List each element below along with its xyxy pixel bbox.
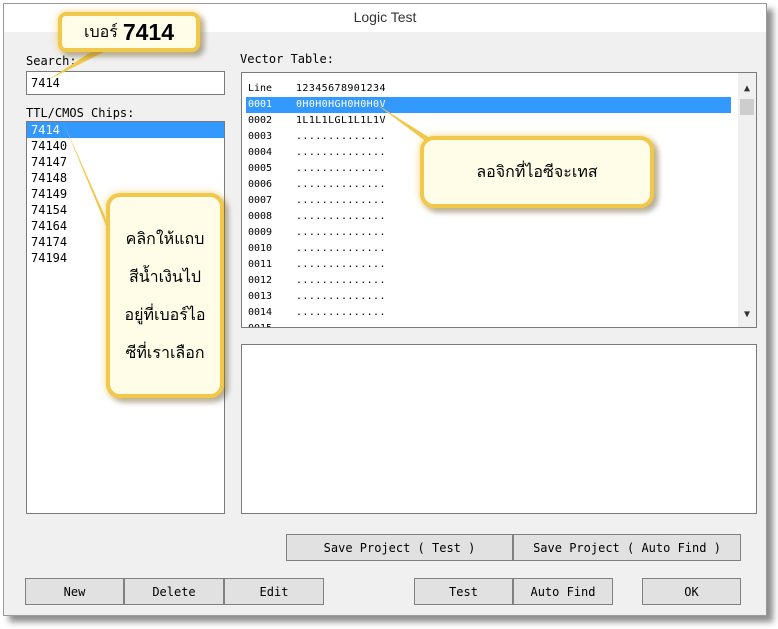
vector-pin-values: .............. (296, 211, 386, 222)
vector-pin-values: .............. (296, 291, 386, 302)
delete-button[interactable]: Delete (124, 578, 224, 605)
chip-list-item[interactable]: 7414 (27, 122, 224, 138)
vector-line-number: 0003 (248, 131, 273, 142)
logic-hint-callout: ลอจิกที่ไอซีจะเทส (420, 136, 654, 208)
vector-line-number: 0009 (248, 227, 273, 238)
vector-line-number: 0015 (248, 321, 272, 327)
select-hint-callout: คลิกให้แถบ สีน้ำเงินไป อยู่ที่เบอร์ไอ ซี… (106, 193, 224, 398)
vector-pin-values: .............. (296, 179, 386, 190)
vector-line-number: 0002 (248, 115, 273, 126)
scroll-up-icon[interactable]: ▲ (738, 83, 756, 94)
vector-pin-values: .............. (296, 275, 386, 286)
vector-pin-values: .............. (296, 147, 386, 158)
vector-pin-values: 1L1L1LGL1L1L1V (296, 115, 386, 126)
chips-label: TTL/CMOS Chips: (26, 106, 135, 120)
vector-pin-values: .............. (296, 163, 386, 174)
edit-button[interactable]: Edit (224, 578, 324, 605)
test-button[interactable]: Test (414, 578, 513, 605)
vector-line-number: 0013 (248, 291, 273, 302)
chip-number-prefix: เบอร์ (84, 21, 118, 41)
vector-line-number: 0007 (248, 195, 273, 206)
vector-pin-values: .............. (296, 195, 386, 206)
vector-pin-values: .............. (296, 259, 386, 270)
vector-line-number: 0014 (248, 307, 273, 318)
chip-number-callout: เบอร์ 7414 (58, 12, 200, 52)
vector-line-number: 0004 (248, 147, 273, 158)
test-output-box (241, 344, 757, 514)
vector-line-number: 0010 (248, 243, 273, 254)
header-line: Line (248, 83, 273, 94)
vector-line-number: 0001 (248, 99, 273, 110)
chip-list-item[interactable]: 74147 (27, 154, 224, 170)
header-pins: 12345678901234 (296, 83, 386, 94)
search-input[interactable] (26, 71, 225, 95)
vector-line-number: 0006 (248, 179, 273, 190)
vector-pin-values: .............. (296, 321, 386, 327)
select-hint-text: คลิกให้แถบ สีน้ำเงินไป อยู่ที่เบอร์ไอ ซี… (124, 228, 206, 362)
scrollbar-thumb[interactable] (740, 99, 754, 115)
vector-pin-values: 0H0H0HGH0H0H0V (296, 99, 386, 110)
chip-list-item[interactable]: 74148 (27, 170, 224, 186)
vector-line-number: 0012 (248, 275, 273, 286)
save-project-auto-find-button[interactable]: Save Project ( Auto Find ) (513, 534, 741, 561)
new-button[interactable]: New (25, 578, 124, 605)
vector-pin-values: .............. (296, 227, 386, 238)
chip-number: 7414 (122, 18, 174, 45)
search-label: Search: (26, 54, 77, 68)
vector-pin-values: .............. (296, 131, 386, 142)
vector-line-number: 0005 (248, 163, 273, 174)
vector-line-number: 0011 (248, 259, 273, 270)
scroll-down-icon[interactable]: ▼ (738, 309, 756, 320)
vector-table-row[interactable]: 0001 0H0H0HGH0H0H0V (246, 97, 731, 113)
vector-table-label: Vector Table: (240, 52, 334, 66)
chip-list-item[interactable]: 74140 (27, 138, 224, 154)
logic-hint-text: ลอจิกที่ไอซีจะเทส (476, 161, 598, 181)
vector-table-header: Line 12345678901234 (246, 81, 731, 97)
save-project-test-button[interactable]: Save Project ( Test ) (286, 534, 513, 561)
ok-button[interactable]: OK (642, 578, 741, 605)
vector-line-number: 0008 (248, 211, 273, 222)
vector-pin-values: .............. (296, 243, 386, 254)
auto-find-button[interactable]: Auto Find (513, 578, 613, 605)
vector-table-scrollbar[interactable]: ▲ ▼ (738, 73, 756, 327)
vector-pin-values: .............. (296, 307, 386, 318)
